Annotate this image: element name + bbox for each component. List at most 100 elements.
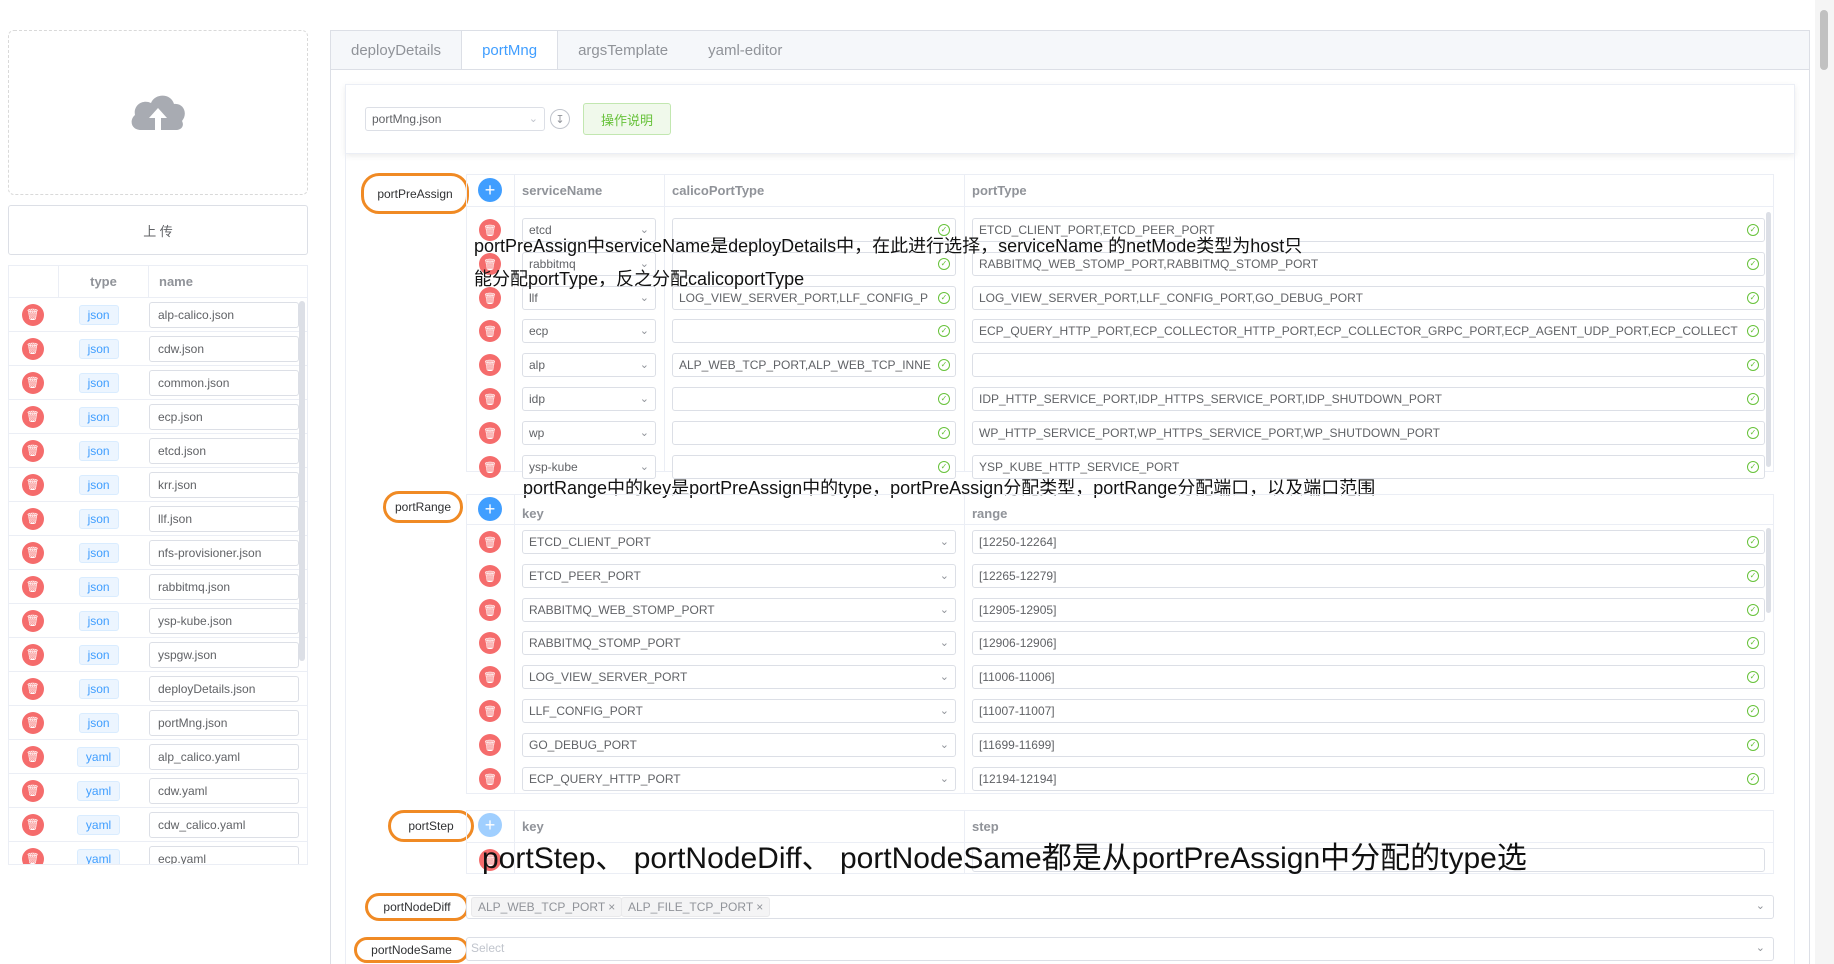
delete-row-button[interactable]: 🗑 xyxy=(479,599,501,621)
file-name-input[interactable]: cdw.yaml xyxy=(149,777,299,804)
delete-file-button[interactable]: 🗑 xyxy=(21,337,44,360)
range-input[interactable]: [12194-12194] ✓ xyxy=(972,767,1765,791)
file-select[interactable]: portMng.json ⌄ xyxy=(365,107,545,131)
file-name-input[interactable]: common.json xyxy=(149,369,299,396)
calico-port-type-input[interactable]: ALP_WEB_TCP_PORT,ALP_WEB_TCP_INNE ✓ xyxy=(672,353,956,377)
file-name-input[interactable]: cdw.json xyxy=(149,335,299,362)
range-key-select[interactable]: LLF_CONFIG_PORT ⌄ xyxy=(522,699,956,723)
port-range-scrollbar[interactable] xyxy=(1766,528,1771,613)
range-input[interactable]: [11699-11699] ✓ xyxy=(972,733,1765,757)
tab-port-mng[interactable]: portMng xyxy=(461,31,559,69)
service-name-select[interactable]: ecp ⌄ xyxy=(522,319,656,343)
delete-row-button[interactable]: 🗑 xyxy=(479,320,501,342)
delete-row-button[interactable]: 🗑 xyxy=(479,287,501,309)
range-key-select[interactable]: RABBITMQ_WEB_STOMP_PORT ⌄ xyxy=(522,598,956,622)
file-table-scrollbar[interactable] xyxy=(299,301,305,661)
range-key-select[interactable]: GO_DEBUG_PORT ⌄ xyxy=(522,733,956,757)
tab-args-template[interactable]: argsTemplate xyxy=(558,31,688,69)
delete-file-button[interactable]: 🗑 xyxy=(21,439,44,462)
calico-port-type-input[interactable]: ✓ xyxy=(672,319,956,343)
delete-row-button[interactable]: 🗑 xyxy=(479,456,501,478)
range-key-select[interactable]: ETCD_CLIENT_PORT ⌄ xyxy=(522,530,956,554)
file-name-input[interactable]: etcd.json xyxy=(149,437,299,464)
service-name-select[interactable]: ysp-kube ⌄ xyxy=(522,455,656,479)
delete-file-button[interactable]: 🗑 xyxy=(21,779,44,802)
close-icon[interactable]: × xyxy=(756,900,763,914)
delete-row-button[interactable]: 🗑 xyxy=(479,632,501,654)
calico-port-type-input[interactable]: LOG_VIEW_SERVER_PORT,LLF_CONFIG_P ✓ xyxy=(672,286,956,310)
range-input[interactable]: [12906-12906] ✓ xyxy=(972,631,1765,655)
range-key-select[interactable]: RABBITMQ_STOMP_PORT ⌄ xyxy=(522,631,956,655)
file-name-input[interactable]: ysp-kube.json xyxy=(149,607,299,634)
delete-file-button[interactable]: 🗑 xyxy=(21,677,44,700)
delete-file-button[interactable]: 🗑 xyxy=(21,643,44,666)
file-name-input[interactable]: yspgw.json xyxy=(149,641,299,668)
delete-row-button[interactable]: 🗑 xyxy=(479,422,501,444)
calico-port-type-input[interactable]: ✓ xyxy=(672,421,956,445)
port-node-diff-select[interactable]: ALP_WEB_TCP_PORT × ALP_FILE_TCP_PORT × ⌄ xyxy=(466,895,1774,919)
range-input[interactable]: [12250-12264] ✓ xyxy=(972,530,1765,554)
page-scrollbar[interactable] xyxy=(1815,0,1834,964)
port-type-input[interactable]: LOG_VIEW_SERVER_PORT,LLF_CONFIG_PORT,GO_… xyxy=(972,286,1765,310)
add-port-range-button[interactable]: + xyxy=(478,497,502,521)
range-input[interactable]: [11007-11007] ✓ xyxy=(972,699,1765,723)
delete-row-button[interactable]: 🗑 xyxy=(479,565,501,587)
delete-row-button[interactable]: 🗑 xyxy=(479,531,501,553)
delete-file-button[interactable]: 🗑 xyxy=(21,745,44,768)
file-name-input[interactable]: cdw_calico.yaml xyxy=(149,811,299,838)
file-name-input[interactable]: alp-calico.json xyxy=(149,301,299,328)
file-name-input[interactable]: rabbitmq.json xyxy=(149,573,299,600)
calico-port-type-input[interactable]: ✓ xyxy=(672,387,956,411)
port-type-input[interactable]: WP_HTTP_SERVICE_PORT,WP_HTTPS_SERVICE_PO… xyxy=(972,421,1765,445)
file-name-input[interactable]: ecp.yaml xyxy=(149,845,299,864)
chip-alp-file-tcp-port[interactable]: ALP_FILE_TCP_PORT × xyxy=(621,897,771,917)
service-name-select[interactable]: llf ⌄ xyxy=(522,286,656,310)
delete-file-button[interactable]: 🗑 xyxy=(21,575,44,598)
delete-file-button[interactable]: 🗑 xyxy=(21,371,44,394)
delete-row-button[interactable]: 🗑 xyxy=(479,388,501,410)
delete-file-button[interactable]: 🗑 xyxy=(21,711,44,734)
range-input[interactable]: [11006-11006] ✓ xyxy=(972,665,1765,689)
add-port-step-button[interactable]: + xyxy=(478,813,502,837)
port-type-input[interactable]: YSP_KUBE_HTTP_SERVICE_PORT ✓ xyxy=(972,455,1765,479)
file-name-input[interactable]: krr.json xyxy=(149,471,299,498)
range-key-select[interactable]: ETCD_PEER_PORT ⌄ xyxy=(522,564,956,588)
chip-alp-web-tcp-port[interactable]: ALP_WEB_TCP_PORT × xyxy=(471,897,623,917)
delete-file-button[interactable]: 🗑 xyxy=(21,507,44,530)
file-name-input[interactable]: portMng.json xyxy=(149,709,299,736)
delete-row-button[interactable]: 🗑 xyxy=(479,734,501,756)
port-type-input[interactable]: ✓ xyxy=(972,353,1765,377)
delete-row-button[interactable]: 🗑 xyxy=(479,768,501,790)
file-name-input[interactable]: nfs-provisioner.json xyxy=(149,539,299,566)
delete-row-button[interactable]: 🗑 xyxy=(479,666,501,688)
instructions-button[interactable]: 操作说明 xyxy=(583,103,671,135)
range-input[interactable]: [12265-12279] ✓ xyxy=(972,564,1765,588)
tab-yaml-editor[interactable]: yaml-editor xyxy=(688,31,802,69)
range-input[interactable]: [12905-12905] ✓ xyxy=(972,598,1765,622)
service-name-select[interactable]: wp ⌄ xyxy=(522,421,656,445)
file-name-input[interactable]: alp_calico.yaml xyxy=(149,743,299,770)
delete-file-button[interactable]: 🗑 xyxy=(21,847,44,864)
port-pre-assign-scrollbar[interactable] xyxy=(1766,212,1771,467)
delete-file-button[interactable]: 🗑 xyxy=(21,473,44,496)
download-icon[interactable]: ↧ xyxy=(550,109,570,129)
file-name-input[interactable]: llf.json xyxy=(149,505,299,532)
port-type-input[interactable]: IDP_HTTP_SERVICE_PORT,IDP_HTTPS_SERVICE_… xyxy=(972,387,1765,411)
tab-deploy-details[interactable]: deployDetails xyxy=(331,31,461,69)
delete-row-button[interactable]: 🗑 xyxy=(479,700,501,722)
upload-button[interactable]: 上 传 xyxy=(8,205,308,255)
service-name-select[interactable]: alp ⌄ xyxy=(522,353,656,377)
delete-file-button[interactable]: 🗑 xyxy=(21,541,44,564)
delete-file-button[interactable]: 🗑 xyxy=(21,609,44,632)
file-name-input[interactable]: ecp.json xyxy=(149,403,299,430)
service-name-select[interactable]: idp ⌄ xyxy=(522,387,656,411)
file-name-input[interactable]: deployDetails.json xyxy=(149,675,299,702)
delete-file-button[interactable]: 🗑 xyxy=(21,303,44,326)
page-scrollbar-thumb[interactable] xyxy=(1820,10,1828,70)
port-node-same-select[interactable]: Select ⌄ xyxy=(466,937,1774,961)
add-port-pre-assign-button[interactable]: + xyxy=(478,178,502,202)
delete-file-button[interactable]: 🗑 xyxy=(21,813,44,836)
upload-dropzone[interactable] xyxy=(8,30,308,195)
close-icon[interactable]: × xyxy=(608,900,615,914)
port-type-input[interactable]: ECP_QUERY_HTTP_PORT,ECP_COLLECTOR_HTTP_P… xyxy=(972,319,1765,343)
